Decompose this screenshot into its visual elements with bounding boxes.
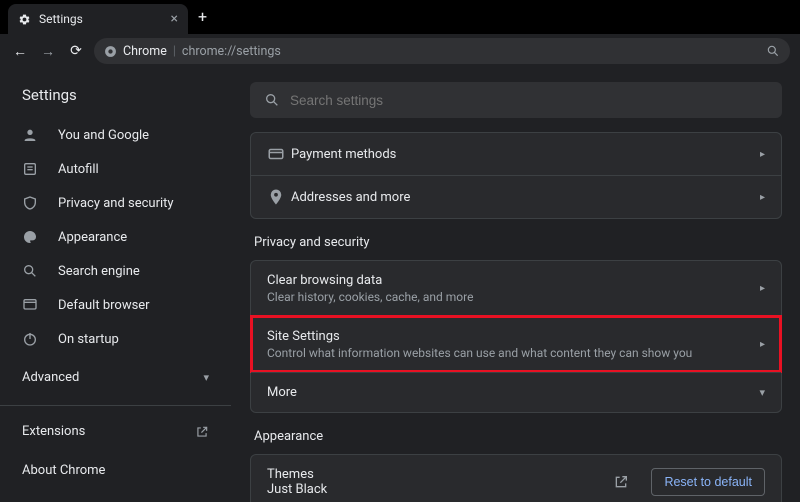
row-desc: Control what information websites can us…: [267, 346, 760, 360]
chevron-down-icon: ▾: [203, 371, 209, 384]
address-bar[interactable]: Chrome | chrome://settings: [94, 38, 790, 64]
sidebar-advanced[interactable]: Advanced ▾: [0, 356, 231, 399]
close-icon[interactable]: ×: [171, 11, 178, 27]
settings-search[interactable]: [250, 82, 782, 118]
privacy-card: Clear browsing data Clear history, cooki…: [250, 260, 782, 413]
person-icon: [22, 127, 40, 143]
sidebar-item-label: Default browser: [58, 298, 150, 313]
autofill-card: Payment methods ▸ Addresses and more ▸: [250, 132, 782, 219]
main-content: Payment methods ▸ Addresses and more ▸ P…: [232, 68, 800, 502]
search-icon: [22, 263, 40, 279]
row-label: Payment methods: [291, 147, 760, 162]
sidebar-item-search-engine[interactable]: Search engine: [0, 254, 231, 288]
browser-icon: [22, 297, 40, 313]
palette-icon: [22, 229, 40, 245]
advanced-label: Advanced: [22, 370, 79, 385]
chevron-right-icon: ▸: [760, 192, 765, 203]
url-path: chrome://settings: [182, 44, 281, 59]
row-title: More: [267, 385, 759, 400]
extensions-label: Extensions: [22, 424, 85, 439]
sidebar-item-on-startup[interactable]: On startup: [0, 322, 231, 356]
sidebar-item-label: On startup: [58, 332, 119, 347]
section-heading-privacy: Privacy and security: [254, 235, 778, 250]
location-icon: [267, 188, 291, 206]
toolbar: ← → ⟳ Chrome | chrome://settings: [0, 34, 800, 68]
browser-tab[interactable]: Settings ×: [8, 4, 188, 34]
sidebar-item-label: Search engine: [58, 264, 140, 279]
shield-icon: [22, 195, 40, 211]
card-icon: [267, 145, 291, 163]
row-clear-data[interactable]: Clear browsing data Clear history, cooki…: [251, 261, 781, 316]
reset-theme-button[interactable]: Reset to default: [651, 468, 765, 496]
chevron-right-icon: ▸: [760, 339, 765, 350]
about-label: About Chrome: [22, 463, 105, 478]
sidebar-item-label: Autofill: [58, 162, 99, 177]
sidebar-extensions[interactable]: Extensions: [0, 412, 231, 451]
sidebar-item-default-browser[interactable]: Default browser: [0, 288, 231, 322]
search-icon: [264, 92, 280, 108]
row-site-settings[interactable]: Site Settings Control what information w…: [251, 316, 781, 372]
tab-title: Settings: [39, 12, 83, 26]
forward-button[interactable]: →: [38, 43, 58, 60]
power-icon: [22, 331, 40, 347]
sidebar-item-label: You and Google: [58, 128, 149, 143]
row-title: Clear browsing data: [267, 273, 760, 288]
row-value: Just Black: [267, 482, 327, 497]
url-scheme: Chrome: [123, 44, 167, 59]
sidebar-about[interactable]: About Chrome: [0, 451, 231, 490]
back-button[interactable]: ←: [10, 43, 30, 60]
sidebar-item-label: Appearance: [58, 230, 127, 245]
row-themes[interactable]: Themes Just Black Reset to default: [251, 455, 781, 502]
gear-icon: [18, 13, 31, 26]
search-input[interactable]: [290, 93, 768, 108]
row-payment-methods[interactable]: Payment methods ▸: [251, 133, 781, 175]
page-title: Settings: [0, 82, 231, 118]
sidebar-item-autofill[interactable]: Autofill: [0, 152, 231, 186]
autofill-icon: [22, 161, 40, 177]
reload-button[interactable]: ⟳: [66, 43, 86, 59]
sidebar: Settings You and Google Autofill Privacy…: [0, 68, 232, 502]
new-tab-button[interactable]: +: [188, 0, 217, 34]
tab-strip: Settings × +: [0, 0, 800, 34]
row-more[interactable]: More ▾: [251, 372, 781, 412]
settings-page: Settings You and Google Autofill Privacy…: [0, 68, 800, 502]
url-separator: |: [173, 44, 176, 59]
row-title: Site Settings: [267, 329, 760, 344]
sidebar-item-appearance[interactable]: Appearance: [0, 220, 231, 254]
chevron-down-icon: ▾: [759, 386, 765, 399]
chevron-right-icon: ▸: [760, 149, 765, 160]
sidebar-item-privacy[interactable]: Privacy and security: [0, 186, 231, 220]
row-label: Addresses and more: [291, 190, 760, 205]
row-desc: Clear history, cookies, cache, and more: [267, 290, 760, 304]
chrome-logo-icon: [104, 45, 117, 58]
appearance-card: Themes Just Black Reset to default Show …: [250, 454, 782, 502]
open-external-icon[interactable]: [613, 474, 629, 490]
divider: [0, 405, 231, 406]
sidebar-item-you-and-google[interactable]: You and Google: [0, 118, 231, 152]
row-addresses[interactable]: Addresses and more ▸: [251, 175, 781, 218]
search-icon[interactable]: [766, 44, 780, 58]
chevron-right-icon: ▸: [760, 283, 765, 294]
sidebar-item-label: Privacy and security: [58, 196, 174, 211]
row-title: Themes: [267, 467, 327, 482]
open-external-icon: [195, 425, 209, 439]
section-heading-appearance: Appearance: [254, 429, 778, 444]
